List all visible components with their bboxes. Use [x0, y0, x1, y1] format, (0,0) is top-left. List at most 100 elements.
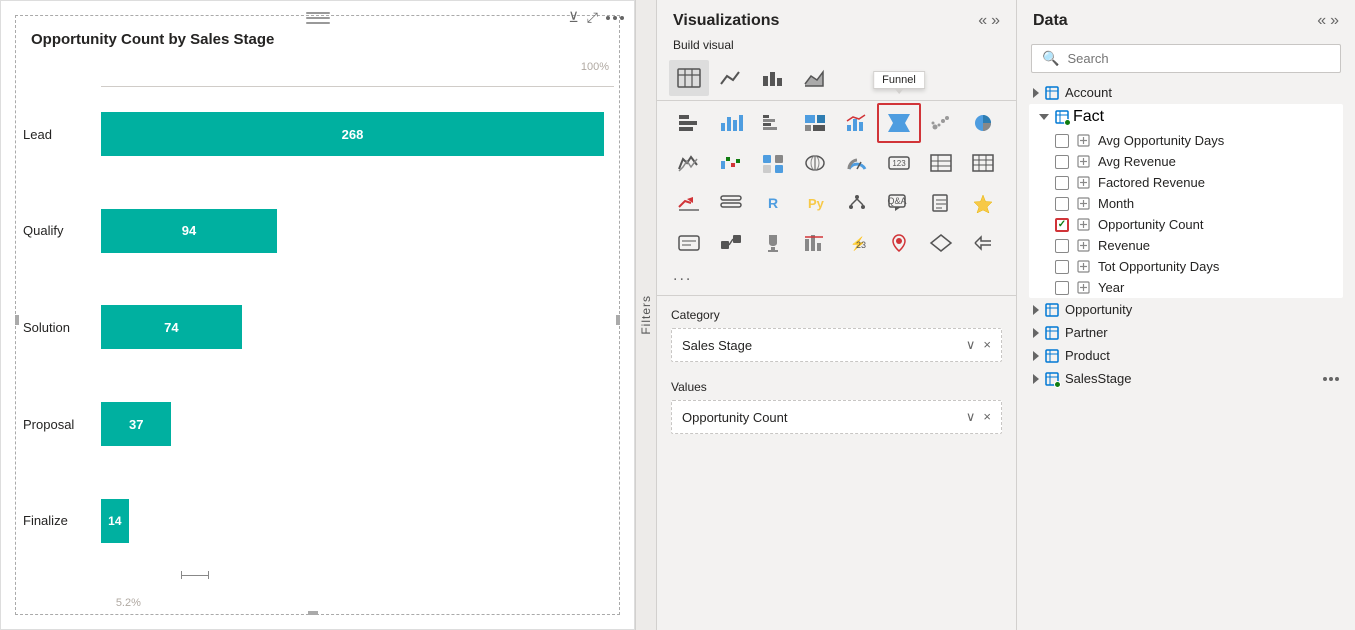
viz-icon-python[interactable]: Py [795, 185, 835, 221]
list-item[interactable]: Year [1045, 277, 1343, 298]
viz-icon-ribbon[interactable]: Funnel [879, 105, 919, 141]
viz-icon-custom1[interactable] [711, 225, 751, 261]
resize-handle-bottom[interactable] [308, 611, 318, 615]
viz-icon-map[interactable] [795, 145, 835, 181]
data-chevron-right-icon[interactable]: » [1330, 12, 1339, 30]
viz-icon-arrows[interactable] [963, 225, 1003, 261]
bar-value-qualify: 94 [182, 223, 196, 238]
top-percent-label: 100% [581, 61, 609, 73]
viz-icon-r[interactable]: R [753, 185, 793, 221]
drag-handle[interactable] [306, 11, 330, 30]
values-field-value: Opportunity Count [682, 410, 788, 425]
viz-icon-location[interactable] [879, 225, 919, 261]
viz-icon-line[interactable] [711, 60, 751, 96]
viz-icon-paginated[interactable] [921, 185, 961, 221]
viz-icon-table2[interactable] [921, 145, 961, 181]
checkbox-avg-revenue[interactable] [1055, 155, 1069, 169]
viz-icon-lightning[interactable]: ⚡23 [837, 225, 877, 261]
bar-label-qualify: Qualify [23, 223, 63, 238]
viz-icon-treemap[interactable] [795, 105, 835, 141]
viz-panel-header: Visualizations « » [657, 0, 1016, 38]
category-remove-button[interactable]: × [983, 337, 991, 353]
checkbox-revenue[interactable] [1055, 239, 1069, 253]
viz-icon-diamond[interactable] [921, 225, 961, 261]
list-item[interactable]: ✓ Opportunity Count [1045, 214, 1343, 235]
chevron-down-icon [1039, 114, 1049, 120]
viz-icon-kpi[interactable] [669, 185, 709, 221]
viz-icon-table[interactable] [669, 60, 709, 96]
category-chevron-icon[interactable]: ∨ [966, 337, 976, 353]
values-dropzone[interactable]: Opportunity Count ∨ × [671, 400, 1002, 434]
checkbox-factored-revenue[interactable] [1055, 176, 1069, 190]
viz-icon-bar-h[interactable] [669, 105, 709, 141]
viz-icon-combo[interactable] [837, 105, 877, 141]
tree-group-opportunity[interactable]: Opportunity [1023, 298, 1349, 321]
tree-group-fact-header[interactable]: Fact [1029, 104, 1343, 130]
viz-icon-line2[interactable] [669, 145, 709, 181]
measure-icon-avg-rev [1077, 155, 1090, 168]
category-section: Category Sales Stage ∨ × [657, 300, 1016, 372]
checkbox-tot-opp-days[interactable] [1055, 260, 1069, 274]
right-panels: Visualizations « » Build visual [657, 0, 1355, 630]
checkbox-month[interactable] [1055, 197, 1069, 211]
list-item[interactable]: Tot Opportunity Days [1045, 256, 1343, 277]
viz-icon-text[interactable] [669, 225, 709, 261]
expand-icon[interactable]: ⤢ [587, 9, 598, 26]
label-avg-revenue: Avg Revenue [1098, 154, 1176, 169]
bar-value-lead: 268 [342, 127, 364, 142]
list-item[interactable]: Avg Opportunity Days [1045, 130, 1343, 151]
viz-icon-waterfall[interactable] [711, 145, 751, 181]
filter-icon[interactable]: ⊻ [569, 9, 579, 26]
data-panel-arrows[interactable]: « » [1317, 12, 1339, 30]
tree-group-partner[interactable]: Partner [1023, 321, 1349, 344]
list-item[interactable]: Factored Revenue [1045, 172, 1343, 193]
viz-icon-bar-chart2[interactable] [795, 225, 835, 261]
data-chevron-left-icon[interactable]: « [1317, 12, 1326, 30]
more-options-button[interactable] [606, 16, 624, 20]
svg-text:R: R [768, 195, 778, 211]
search-box[interactable]: 🔍 [1031, 44, 1341, 73]
tree-group-account[interactable]: Account [1023, 81, 1349, 104]
resize-handle-left[interactable] [15, 315, 19, 325]
icon-grid-3: R Py Q&A [657, 185, 1016, 221]
viz-icon-gauge[interactable] [837, 145, 877, 181]
list-item[interactable]: Avg Revenue [1045, 151, 1343, 172]
viz-icon-scatter[interactable] [921, 105, 961, 141]
filters-tab[interactable]: Filters [635, 0, 657, 630]
values-chevron-icon[interactable]: ∨ [966, 409, 976, 425]
viz-icon-card[interactable]: 123 [879, 145, 919, 181]
resize-handle-right[interactable] [616, 315, 620, 325]
checkbox-year[interactable] [1055, 281, 1069, 295]
values-section: Values Opportunity Count ∨ × [657, 372, 1016, 444]
list-item[interactable]: Revenue [1045, 235, 1343, 256]
viz-icon-trophy[interactable] [753, 225, 793, 261]
table-row: Solution 74 [101, 301, 604, 353]
values-remove-button[interactable]: × [983, 409, 991, 425]
chevron-right-icon [1033, 88, 1039, 98]
viz-icon-chart3[interactable] [753, 60, 793, 96]
tree-group-account-label: Account [1065, 85, 1112, 100]
checkbox-opp-count[interactable]: ✓ [1055, 218, 1069, 232]
tree-group-salesstage[interactable]: SalesStage [1023, 367, 1349, 390]
viz-icon-bar-v[interactable] [711, 105, 751, 141]
viz-icon-bar-stacked[interactable] [753, 105, 793, 141]
tree-group-product[interactable]: Product [1023, 344, 1349, 367]
viz-icon-decomp[interactable] [837, 185, 877, 221]
more-icons-dots[interactable]: ... [657, 265, 1016, 291]
viz-icon-qna[interactable]: Q&A [879, 185, 919, 221]
chevron-right-icon[interactable]: » [991, 12, 1000, 30]
checkbox-avg-opp-days[interactable] [1055, 134, 1069, 148]
search-input[interactable] [1067, 51, 1330, 66]
list-item[interactable]: Month [1045, 193, 1343, 214]
viz-icon-smart[interactable] [963, 185, 1003, 221]
viz-icon-emoji[interactable] [753, 145, 793, 181]
category-dropzone[interactable]: Sales Stage ∨ × [671, 328, 1002, 362]
viz-icon-area[interactable] [795, 60, 835, 96]
viz-icon-slicer[interactable] [711, 185, 751, 221]
viz-panel-arrows[interactable]: « » [978, 12, 1000, 30]
viz-icon-matrix[interactable] [963, 145, 1003, 181]
chevron-left-icon[interactable]: « [978, 12, 987, 30]
fact-children: Avg Opportunity Days Avg Revenue Factore… [1029, 130, 1343, 298]
viz-icon-pie[interactable] [963, 105, 1003, 141]
salesstage-more[interactable] [1323, 377, 1339, 381]
